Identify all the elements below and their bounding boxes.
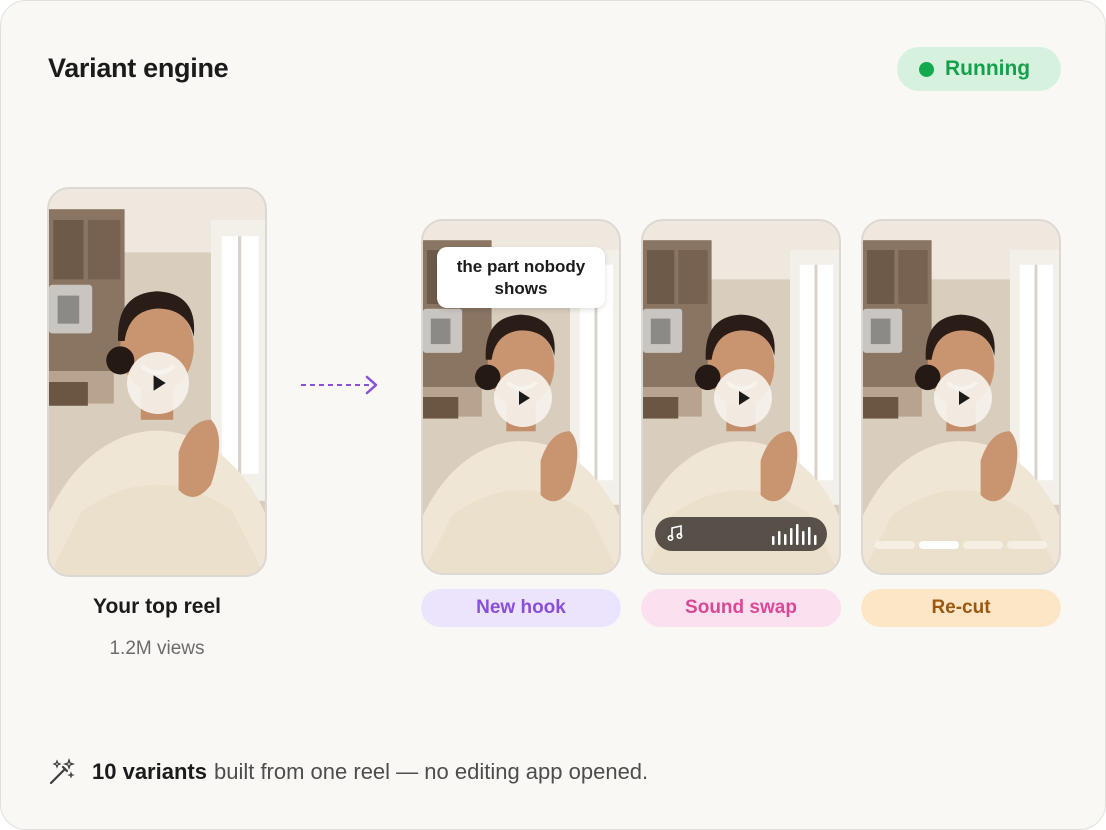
clip-segment <box>963 541 1003 549</box>
variant-label-new-hook: New hook <box>421 589 621 627</box>
hook-text-overlay: the part nobody shows <box>437 247 605 308</box>
status-badge: Running <box>897 47 1061 91</box>
source-reel-views: 1.2M views <box>109 638 205 659</box>
play-icon[interactable] <box>494 369 552 427</box>
play-icon[interactable] <box>934 369 992 427</box>
audio-waveform-icon <box>772 524 817 545</box>
card-title: Variant engine <box>48 53 229 83</box>
status-dot-icon <box>919 61 934 77</box>
variant-count: 10 variants <box>92 759 207 784</box>
footer-summary: 10 variants built from one reel — no edi… <box>48 757 648 787</box>
variant-engine-card: Variant engine Running Your top reel 1.2… <box>0 0 1106 830</box>
clip-segment <box>1007 541 1047 549</box>
music-note-icon <box>667 525 683 542</box>
clip-segment-active <box>919 541 959 549</box>
dashed-arrow-icon <box>301 375 378 395</box>
variant-reel-new-hook[interactable]: the part nobody shows <box>421 219 621 575</box>
audio-track-bar <box>655 517 827 551</box>
source-reel-thumbnail[interactable] <box>47 187 267 577</box>
source-reel-label: Your top reel <box>93 595 221 618</box>
footer-text: built from one reel — no editing app ope… <box>213 759 649 784</box>
variant-reel-sound-swap[interactable] <box>641 219 841 575</box>
variant-label-sound-swap: Sound swap <box>641 589 841 627</box>
variant-label-re-cut: Re-cut <box>861 589 1061 627</box>
status-label: Running <box>945 57 1031 80</box>
variant-reel-re-cut[interactable] <box>861 219 1061 575</box>
clip-segments-indicator <box>875 541 1047 549</box>
play-icon[interactable] <box>127 352 189 414</box>
play-icon[interactable] <box>714 369 772 427</box>
magic-wand-icon <box>49 758 76 785</box>
clip-segment <box>875 541 915 549</box>
